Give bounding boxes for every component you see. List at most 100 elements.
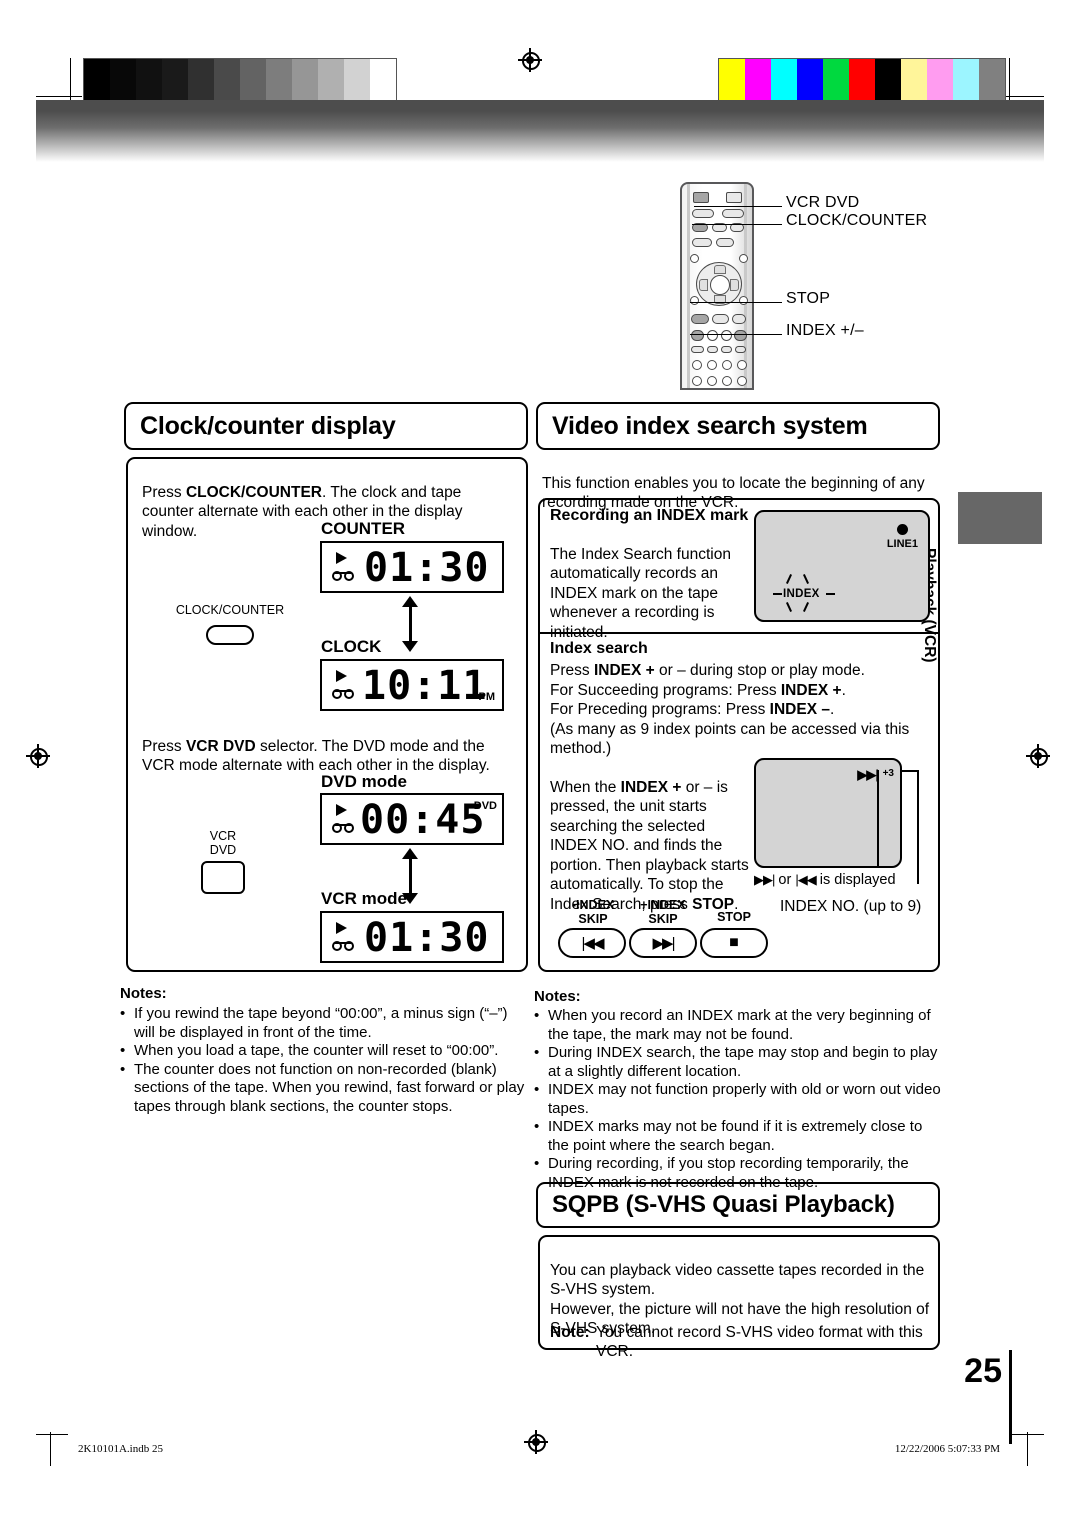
vcr-dvd-intro: Press VCR DVD selector. The DVD mode and… [142, 737, 518, 776]
remote-keypad-button [692, 360, 702, 370]
page-number: 25 [964, 1352, 1002, 1390]
play-icon [336, 552, 347, 564]
note-text: When you load a tape, the counter will r… [134, 1042, 499, 1059]
fast-forward-icon: ▶▶| [857, 767, 879, 782]
note-item: • When you load a tape, the counter will … [120, 1042, 530, 1061]
gray-swatch [214, 59, 240, 103]
stop-button[interactable]: ■ [700, 928, 768, 958]
bullet-icon: • [120, 1042, 126, 1059]
bullet-icon: • [534, 1081, 540, 1098]
when-index-bold: INDEX + [620, 778, 682, 796]
leader-line [917, 770, 919, 884]
gray-swatch [292, 59, 318, 103]
crop-mark [1012, 1434, 1044, 1435]
tv-screen-index-recording: LINE1 INDEX [754, 510, 930, 622]
panel-video-index-search: Recording an INDEX mark The Index Search… [538, 498, 940, 972]
index-search-title: Index search [550, 640, 648, 657]
second-bold: VCR DVD [185, 737, 256, 755]
color-swatch [745, 59, 771, 103]
gray-swatch [318, 59, 344, 103]
callout-vcr-dvd: VCR DVD [786, 194, 860, 211]
line-post: . [841, 681, 846, 699]
bullet-icon: • [534, 1044, 540, 1061]
vcr-dvd-button[interactable] [201, 861, 245, 894]
gray-swatch [240, 59, 266, 103]
note-item: • If you rewind the tape beyond “00:00”, … [120, 1005, 530, 1042]
remote-button [739, 296, 748, 305]
note-item: • When you record an INDEX mark at the ve… [534, 1007, 946, 1044]
remote-keypad-button [707, 376, 717, 386]
remote-button [721, 346, 732, 353]
index-search-lines: Press INDEX + or – during stop or play m… [550, 661, 934, 759]
color-swatch [927, 59, 953, 103]
sqpb-note: Note: You cannot record S-VHS video form… [550, 1323, 932, 1361]
line-post: or – during stop or play mode. [654, 662, 865, 679]
gray-swatch [188, 59, 214, 103]
gray-swatch [110, 59, 136, 103]
line-pre: (As many as 9 index points can be access… [550, 720, 910, 758]
cassette-icon [332, 823, 354, 834]
when-index-body: When the INDEX + or – is pressed, the un… [550, 778, 750, 915]
vfd-vcr-display: 01:30 [320, 911, 504, 963]
index-flash-label: INDEX [783, 588, 820, 600]
when-index-pre: When the [550, 778, 621, 796]
clock-label: CLOCK [321, 637, 382, 656]
registration-mark [518, 48, 542, 72]
remote-keypad-button [707, 360, 717, 370]
cassette-icon [332, 689, 354, 700]
arrow-head-down-icon [402, 641, 418, 652]
clock-counter-button[interactable] [206, 625, 254, 645]
line-bold: INDEX + [593, 662, 655, 679]
plus-index-skip-button[interactable]: ▶▶| [629, 928, 697, 958]
vfd-clock-display: 10:11 PM [320, 659, 504, 711]
clock-pm-indicator: PM [478, 691, 496, 703]
remote-keypad-button [692, 376, 702, 386]
next-icon: ▶▶| [754, 872, 775, 887]
gray-swatch [84, 59, 110, 103]
right-notes-list: • When you record an INDEX mark at the ve… [534, 1007, 946, 1192]
tv-screen-index-search: ▶▶| +3 [754, 758, 902, 868]
panel-sqpb: You can playback video cassette tapes re… [538, 1235, 940, 1360]
intro-prefix: Press [142, 483, 186, 501]
vcr-dvd-label-line1: VCR [209, 829, 237, 843]
trim-rule [1009, 1408, 1012, 1444]
stop-button-label: STOP [717, 910, 751, 924]
remote-button-index-plus [734, 330, 747, 341]
vcr-value: 01:30 [364, 915, 490, 961]
color-swatch [823, 59, 849, 103]
footer-filename: 2K10101A.indb 25 [78, 1443, 163, 1455]
page-number-rule [1009, 1350, 1012, 1408]
vcr-dvd-button-label: VCR DVD [183, 829, 263, 857]
line-pre: For Succeeding programs: Press [550, 681, 781, 699]
left-notes-title: Notes: [120, 985, 167, 1002]
vcr-dvd-label-line2: DVD [209, 843, 237, 857]
btn1-line1: +INDEX [640, 898, 686, 912]
bullet-icon: • [120, 1005, 126, 1022]
index-search-line: (As many as 9 index points can be access… [550, 720, 934, 759]
recording-index-body: The Index Search function automatically … [550, 545, 731, 641]
remote-button [722, 209, 744, 218]
footer-rule [1027, 1432, 1028, 1466]
recording-index-title: Recording an INDEX mark [550, 507, 749, 524]
color-swatch [953, 59, 979, 103]
remote-button [707, 346, 718, 353]
remote-button [712, 314, 729, 324]
remote-button [707, 330, 718, 341]
footer-rule [50, 1432, 51, 1466]
arrow-head-up-icon [402, 848, 418, 859]
remote-button [690, 254, 699, 263]
remote-button [732, 314, 746, 324]
record-indicator-icon [897, 524, 908, 535]
line-bold: INDEX + [780, 681, 842, 699]
note-text: The counter does not function on non-rec… [134, 1060, 525, 1115]
remote-button [735, 346, 746, 353]
gray-swatch [266, 59, 292, 103]
prev-icon: |◀◀ [795, 872, 816, 887]
gray-swatch [370, 59, 396, 103]
note-text: If you rewind the tape beyond “00:00”, a… [134, 1005, 508, 1041]
registration-mark [524, 1430, 548, 1454]
arrow-shaft [409, 857, 412, 895]
minus-index-skip-button[interactable]: |◀◀ [558, 928, 626, 958]
clock-value: 10:11 [362, 663, 488, 709]
footer-timestamp: 12/22/2006 5:07:33 PM [894, 1443, 1000, 1455]
